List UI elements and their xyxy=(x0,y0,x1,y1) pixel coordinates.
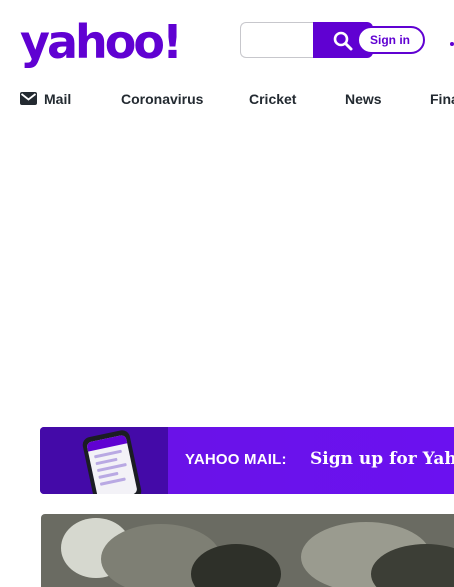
nav-item-cricket[interactable]: Cricket xyxy=(249,88,296,110)
main-nav: Mail Coronavirus Cricket News Fina xyxy=(0,88,454,110)
search-input[interactable] xyxy=(240,22,315,58)
mail-icon xyxy=(20,92,37,105)
phone-list-line xyxy=(95,457,118,466)
nav-item-finance[interactable]: Fina xyxy=(430,88,454,110)
phone-illustration xyxy=(81,428,143,494)
yahoo-logo[interactable]: yahoo! xyxy=(20,16,183,68)
phone-list-line xyxy=(98,471,119,479)
video-thumbnail[interactable] xyxy=(41,514,454,587)
yahoo-mail-promo-banner[interactable]: YAHOO MAIL: Sign up for Yahoo xyxy=(40,427,454,494)
site-header: yahoo! Sign in xyxy=(0,0,454,84)
sign-in-label: Sign in xyxy=(370,33,410,47)
phone-screen xyxy=(86,434,138,494)
nav-item-coronavirus[interactable]: Coronavirus xyxy=(121,88,203,110)
sign-in-button[interactable]: Sign in xyxy=(357,26,425,54)
nav-item-news[interactable]: News xyxy=(345,88,382,110)
promo-image-panel xyxy=(40,427,168,494)
search-icon xyxy=(333,31,353,51)
promo-cta[interactable]: Sign up for Yahoo xyxy=(310,449,454,469)
promo-label: YAHOO MAIL: xyxy=(185,451,287,468)
nav-item-mail[interactable]: Mail xyxy=(44,88,71,110)
phone-list-line xyxy=(94,449,123,459)
phone-list-line xyxy=(99,477,126,486)
overflow-icon xyxy=(450,42,454,46)
phone-list-line xyxy=(96,462,127,473)
